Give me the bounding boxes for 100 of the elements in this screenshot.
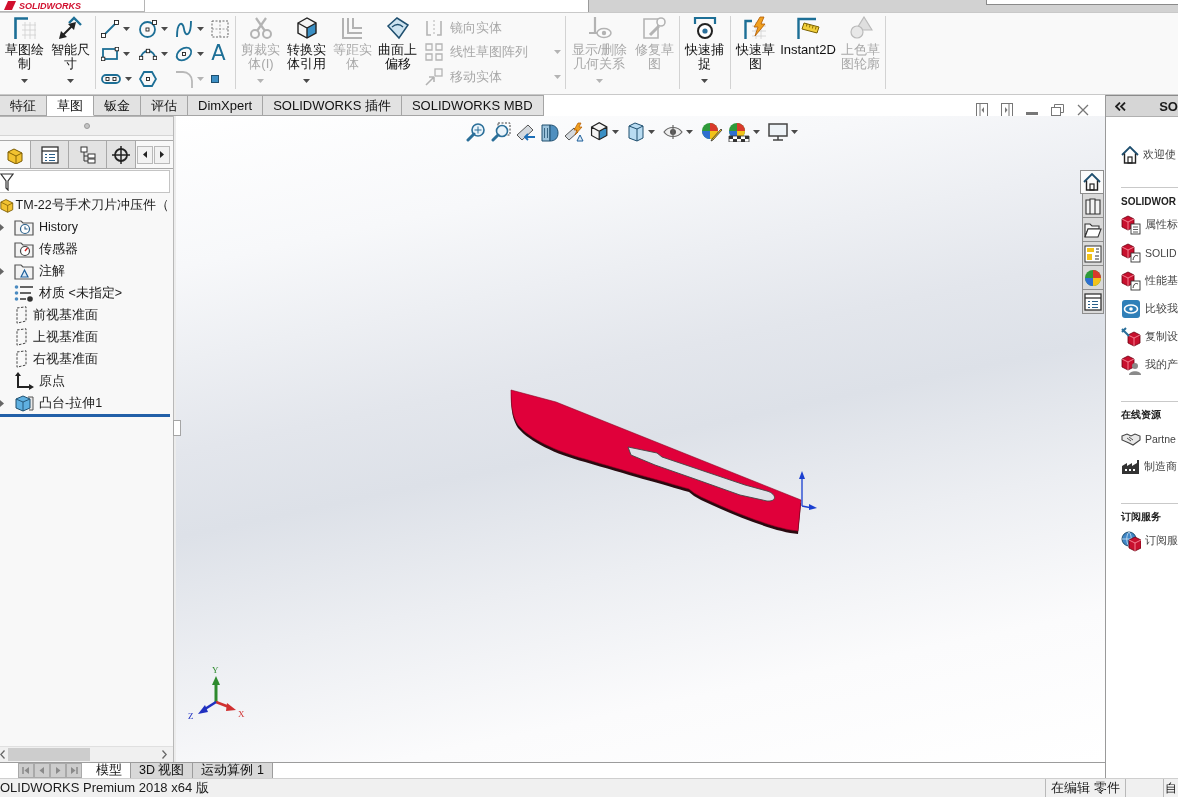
caret-icon[interactable] (303, 79, 311, 83)
command-button[interactable]: 转换实体引用 (283, 16, 330, 89)
caret-icon[interactable] (612, 129, 620, 134)
double-chevron-icon[interactable] (1115, 101, 1126, 111)
close-icon[interactable] (1077, 103, 1089, 116)
plane-icon (14, 306, 28, 324)
tree-item[interactable]: 注解 (0, 260, 173, 282)
tab-scroll-button[interactable] (154, 145, 170, 164)
caret-icon[interactable] (123, 26, 131, 31)
caret-icon[interactable] (66, 79, 74, 83)
horizontal-scrollbar[interactable] (0, 746, 173, 762)
task-pane-link[interactable]: SOLID (1121, 239, 1178, 267)
panel-tab[interactable] (107, 141, 136, 168)
tree-item[interactable]: 上视基准面 (0, 326, 173, 348)
section-view-icon[interactable] (540, 121, 559, 142)
caret-icon[interactable] (701, 79, 709, 83)
eye-icon[interactable] (663, 124, 684, 139)
skip-start-icon[interactable] (18, 763, 34, 778)
expand-arrow-icon[interactable] (0, 267, 4, 275)
ribbon-tab[interactable]: SOLIDWORKS 插件 (263, 95, 402, 116)
magnifier-icon[interactable] (465, 121, 486, 142)
caret-icon[interactable] (197, 51, 205, 56)
tree-item[interactable]: TM-22号手术刀片冲压件（ (0, 194, 173, 216)
tree-item[interactable]: 传感器 (0, 238, 173, 260)
tree-item[interactable]: 右视基准面 (0, 348, 173, 370)
task-pane-link[interactable]: 比较我 (1121, 295, 1178, 323)
task-pane-link[interactable]: 我的产 (1121, 351, 1178, 379)
ellipse-icon[interactable] (175, 44, 194, 63)
telescope-lightning-icon[interactable] (563, 121, 584, 142)
task-pane-link[interactable]: 欢迎使 (1121, 145, 1178, 165)
monitor-icon[interactable] (768, 122, 789, 141)
tab-scroll-button[interactable] (137, 145, 153, 164)
expand-arrow-icon[interactable] (0, 399, 4, 407)
tile-left-icon[interactable] (976, 102, 988, 117)
caret-icon[interactable] (753, 129, 761, 134)
sphere-pencil-icon[interactable] (701, 121, 724, 142)
command-button[interactable]: 快速捕捉 (681, 16, 728, 89)
plane-icon (14, 328, 28, 346)
task-pane-tab[interactable] (1080, 170, 1104, 194)
tree-item[interactable]: 材质 <未指定> (0, 282, 173, 304)
task-pane-link[interactable]: Partne (1121, 425, 1178, 453)
ribbon-tab[interactable]: 钣金 (94, 95, 141, 116)
ribbon-tab[interactable]: 评估 (141, 95, 188, 116)
task-pane-tab[interactable] (1082, 218, 1104, 242)
sphere-checker-icon[interactable] (728, 121, 751, 142)
ribbon-tab[interactable]: DimXpert (188, 95, 264, 116)
tile-right-icon[interactable] (1001, 102, 1013, 117)
command-button[interactable]: 快速草图 (732, 16, 779, 89)
configuration-tree-icon (78, 145, 97, 164)
task-pane-link[interactable]: 制造商 (1121, 453, 1178, 481)
model-tab[interactable]: 3D 视图 (131, 763, 194, 778)
caret-icon[interactable] (21, 79, 29, 83)
text-tool[interactable]: A (211, 43, 226, 64)
scrollbar-thumb[interactable] (8, 748, 90, 761)
splitter-handle[interactable] (173, 420, 181, 436)
caret-icon[interactable] (791, 129, 799, 134)
task-pane-tab[interactable] (1082, 290, 1104, 314)
hexagon-icon[interactable] (139, 70, 158, 87)
caret-icon[interactable] (686, 129, 694, 134)
ribbon-tab[interactable]: 草图 (47, 95, 94, 116)
spline-icon[interactable] (175, 19, 194, 38)
rectangle-icon[interactable] (101, 46, 120, 61)
model-tab[interactable]: 运动算例 1 (193, 763, 273, 778)
command-button[interactable]: 草图绘制 (2, 16, 48, 89)
caret-icon[interactable] (197, 26, 205, 31)
search-field[interactable] (986, 0, 1178, 5)
tree-item[interactable]: 原点 (0, 370, 173, 392)
circle-icon[interactable] (139, 19, 158, 38)
point-icon[interactable] (211, 74, 220, 83)
expand-arrow-icon[interactable] (0, 223, 4, 231)
filter-field[interactable] (0, 170, 170, 193)
command-button[interactable]: Instant2D (778, 16, 838, 89)
panel-tab[interactable] (69, 141, 107, 168)
tree-item[interactable]: History (0, 216, 173, 238)
tree-item[interactable]: 凸台-拉伸1 (0, 392, 173, 414)
ribbon-tab[interactable]: SOLIDWORKS MBD (401, 95, 544, 116)
shaded-box-icon[interactable] (627, 121, 646, 142)
restore-icon[interactable] (1051, 103, 1064, 116)
caret-icon[interactable] (161, 26, 169, 31)
right-triangle-icon (160, 151, 164, 158)
task-pane-link[interactable]: 属性标 (1121, 211, 1178, 239)
slot-icon[interactable] (101, 73, 122, 84)
arc-icon[interactable] (139, 47, 158, 60)
panel-tab[interactable] (31, 141, 69, 168)
splitter-grip-icon[interactable] (83, 123, 90, 129)
tree-item[interactable]: 前视基准面 (0, 304, 173, 326)
line-icon[interactable] (101, 19, 120, 38)
status-text: 自 (1165, 779, 1177, 797)
caret-icon[interactable] (123, 51, 131, 56)
command-button[interactable]: 曲面上偏移 (374, 16, 421, 89)
zoom-area-icon[interactable] (490, 121, 511, 142)
caret-icon[interactable] (161, 51, 169, 56)
view-cube-icon[interactable] (588, 121, 610, 142)
task-pane-link[interactable]: 复制设 (1121, 323, 1178, 351)
caret-icon[interactable] (648, 129, 656, 134)
caret-icon[interactable] (125, 76, 133, 81)
command-button[interactable]: 智能尺寸 (47, 16, 94, 89)
task-pane-link[interactable]: 性能基 (1121, 267, 1178, 295)
task-pane-link[interactable]: 订阅服 (1121, 527, 1178, 555)
ribbon-tab[interactable]: 特征 (0, 95, 47, 116)
